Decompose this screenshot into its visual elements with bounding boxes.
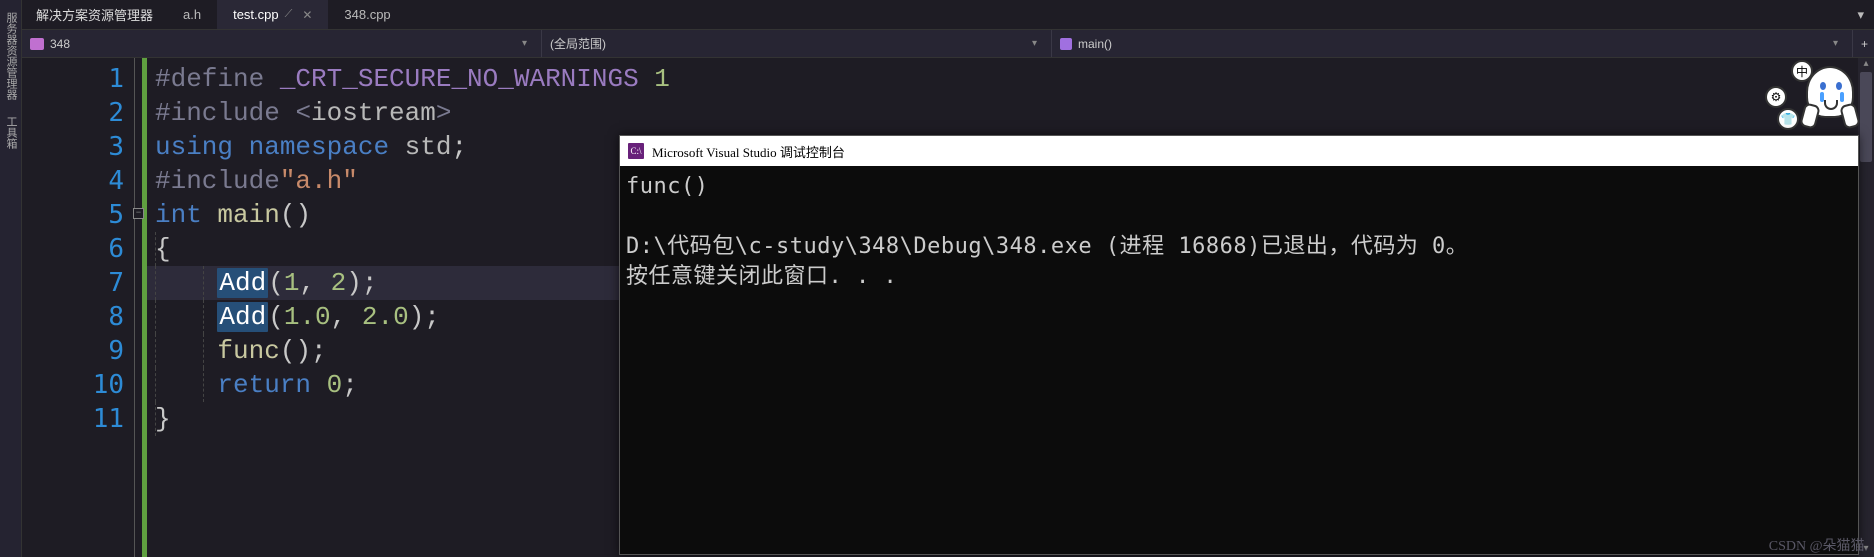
decorative-sticker: 中 ⚙ 👕	[1759, 58, 1854, 130]
vs-console-icon: C:\	[628, 143, 644, 159]
line-number: 3	[22, 130, 124, 164]
sticker-body	[1806, 66, 1854, 118]
scope-global-label: (全局范围)	[550, 35, 606, 52]
vertical-scrollbar[interactable]: ▴ ▾	[1858, 58, 1874, 557]
fold-toggle[interactable]: −	[133, 208, 144, 219]
file-tab-348-cpp[interactable]: 348.cpp	[328, 0, 406, 29]
tab-overflow-dropdown[interactable]: ▾	[1847, 7, 1874, 23]
solution-explorer-label[interactable]: 解决方案资源管理器	[22, 5, 167, 24]
console-output: func() D:\代码包\c-study\348\Debug\348.exe …	[620, 166, 1858, 298]
sticker-bubble: 👕	[1777, 108, 1799, 130]
code-line[interactable]: #define _CRT_SECURE_NO_WARNINGS 1	[147, 62, 1874, 96]
function-icon	[1060, 38, 1072, 50]
debug-console-window[interactable]: C:\ Microsoft Visual Studio 调试控制台 func()…	[619, 135, 1859, 555]
line-number: 6	[22, 232, 124, 266]
scroll-up-arrow[interactable]: ▴	[1858, 58, 1874, 72]
toolbox-tab[interactable]: 工具箱	[0, 108, 21, 157]
line-number: 9	[22, 334, 124, 368]
line-number: 11	[22, 402, 124, 436]
scope-function-label: main()	[1078, 37, 1112, 51]
line-number: 10	[22, 368, 124, 402]
close-icon[interactable]: ✕	[302, 8, 312, 22]
chevron-down-icon: ▾	[1833, 38, 1844, 49]
scope-function-dropdown[interactable]: main() ▾	[1052, 30, 1852, 57]
file-tab-a-h[interactable]: a.h	[167, 0, 217, 29]
line-number: 5	[22, 198, 124, 232]
line-number: 4	[22, 164, 124, 198]
document-tab-bar: 解决方案资源管理器 a.h test.cpp ⟋ ✕ 348.cpp ▾	[22, 0, 1874, 30]
code-nav-bar: 348 ▾ (全局范围) ▾ main() ▾ +	[22, 30, 1874, 58]
project-icon	[30, 38, 44, 50]
tab-label: 348.cpp	[344, 7, 390, 22]
server-explorer-tab[interactable]: 服务器资源管理器	[0, 4, 21, 108]
tab-label: test.cpp	[233, 7, 279, 22]
tab-label: a.h	[183, 7, 201, 22]
chevron-down-icon: ▾	[522, 38, 533, 49]
line-number: 2	[22, 96, 124, 130]
pin-icon[interactable]: ⟋	[285, 8, 293, 21]
scrollbar-thumb[interactable]	[1860, 72, 1872, 162]
scope-global-dropdown[interactable]: (全局范围) ▾	[542, 30, 1052, 57]
left-toolstrip: 服务器资源管理器 工具箱	[0, 0, 22, 557]
line-number: 7	[22, 266, 124, 300]
console-title: Microsoft Visual Studio 调试控制台	[652, 142, 845, 161]
code-line[interactable]: #include <iostream>	[147, 96, 1874, 130]
line-number-gutter: 1234567891011	[22, 58, 142, 557]
scope-project-dropdown[interactable]: 348 ▾	[22, 30, 542, 57]
watermark: CSDN @朵猫猫.	[1769, 535, 1868, 555]
line-number: 8	[22, 300, 124, 334]
split-view-button[interactable]: +	[1852, 30, 1874, 57]
scope-project-label: 348	[50, 37, 70, 51]
chevron-down-icon: ▾	[1032, 38, 1043, 49]
sticker-bubble: ⚙	[1765, 86, 1787, 108]
file-tab-test-cpp[interactable]: test.cpp ⟋ ✕	[217, 0, 328, 29]
console-titlebar[interactable]: C:\ Microsoft Visual Studio 调试控制台	[620, 136, 1858, 166]
line-number: 1	[22, 62, 124, 96]
